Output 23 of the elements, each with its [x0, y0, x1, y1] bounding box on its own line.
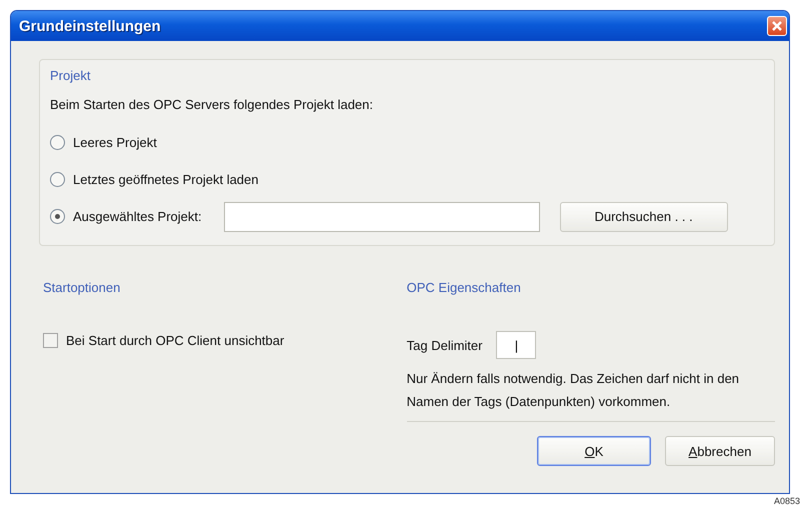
- radio-label: Letztes geöffnetes Projekt laden: [73, 172, 258, 187]
- group-title: Startoptionen: [43, 280, 120, 295]
- delimiter-field[interactable]: |: [496, 331, 536, 359]
- figure-label: A0853: [774, 496, 800, 506]
- close-button[interactable]: [767, 16, 787, 36]
- window-title: Grundeinstellungen: [19, 18, 161, 34]
- close-icon: [771, 20, 783, 32]
- project-path-field[interactable]: [224, 202, 540, 232]
- radio-label: Leeres Projekt: [73, 135, 157, 150]
- prompt-text: Beim Starten des OPC Servers folgendes Projekt laden:: [50, 97, 373, 112]
- checkbox-label: Bei Start durch OPC Client unsichtbar: [66, 333, 284, 348]
- browse-button[interactable]: Durchsuchen . . .: [560, 202, 728, 232]
- field-label: Tag Delimiter: [406, 338, 482, 352]
- cancel-button[interactable]: Abbrechen: [665, 436, 775, 466]
- ok-button[interactable]: OK: [537, 436, 651, 466]
- radio-button[interactable]: [50, 135, 65, 150]
- checkbox[interactable]: [43, 333, 58, 348]
- group-title: Projekt: [50, 68, 90, 83]
- group-title: OPC Eigenschaften: [406, 280, 521, 295]
- radio-label: Ausgewähltes Projekt:: [73, 209, 202, 224]
- hint-text: Nur Ändern falls notwendig. Das Zeichen darf nicht in den Namen der Tags (Datenpunkten) vorkommen.: [406, 370, 740, 411]
- radio-button[interactable]: [50, 172, 65, 187]
- radio-button[interactable]: [50, 209, 65, 224]
